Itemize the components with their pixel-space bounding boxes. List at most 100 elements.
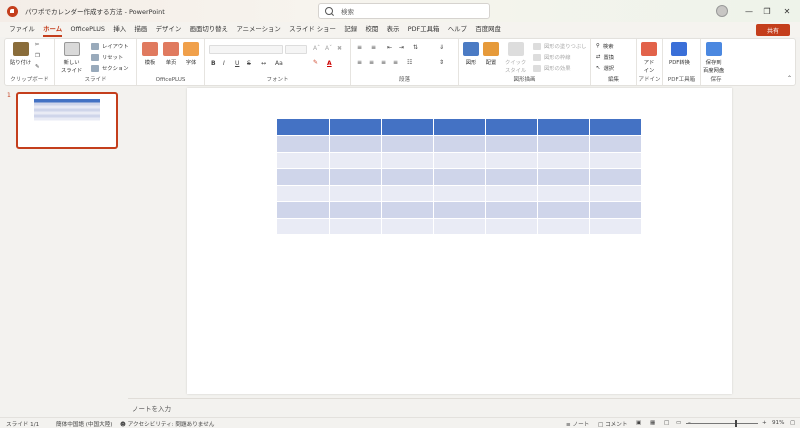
- tab-home[interactable]: ホーム: [39, 22, 66, 37]
- paste-button[interactable]: 貼り付け: [10, 42, 31, 66]
- table-cell[interactable]: [589, 152, 642, 169]
- reading-view-icon[interactable]: □: [664, 420, 669, 426]
- copy-icon[interactable]: ❐: [35, 53, 40, 59]
- table-cell[interactable]: [277, 218, 330, 235]
- tab-slideshow[interactable]: スライド ショー: [285, 22, 340, 37]
- table-cell[interactable]: [277, 135, 330, 153]
- justify-icon[interactable]: ≡: [393, 59, 398, 66]
- comments-toggle[interactable]: □ コメント: [598, 420, 627, 428]
- table-cell[interactable]: [381, 218, 434, 235]
- table-cell[interactable]: [381, 168, 434, 186]
- underline-button[interactable]: U: [235, 60, 239, 67]
- numbering-icon[interactable]: ≡: [371, 44, 376, 51]
- table-cell[interactable]: [381, 135, 434, 153]
- account-avatar[interactable]: [716, 5, 728, 17]
- table-cell[interactable]: [381, 152, 434, 169]
- tab-transitions[interactable]: 画面切り替え: [185, 22, 232, 37]
- share-button[interactable]: 共有: [756, 24, 790, 36]
- table-cell[interactable]: [485, 185, 538, 202]
- pdf-convert-button[interactable]: PDF转换: [669, 42, 690, 66]
- table-cell[interactable]: [537, 152, 590, 169]
- table-cell[interactable]: [277, 185, 330, 202]
- increase-font-icon[interactable]: Aˆ: [313, 45, 320, 52]
- table-cell[interactable]: [589, 135, 642, 153]
- table-cell[interactable]: [277, 201, 330, 219]
- slide-thumbnail[interactable]: [16, 92, 118, 149]
- tab-draw[interactable]: 描画: [130, 22, 151, 37]
- table-cell[interactable]: [589, 119, 642, 136]
- slide-sorter-icon[interactable]: ▦: [650, 420, 655, 426]
- accessibility-status[interactable]: ☻ アクセシビリティ: 問題ありません: [120, 420, 214, 428]
- table-cell[interactable]: [485, 135, 538, 153]
- tab-officeplus[interactable]: OfficePLUS: [66, 22, 109, 37]
- zoom-in-icon[interactable]: +: [762, 420, 767, 426]
- table-cell[interactable]: [589, 168, 642, 186]
- fit-slide-icon[interactable]: ▢: [790, 420, 795, 426]
- table-cell[interactable]: [277, 168, 330, 186]
- addins-button[interactable]: アド イン: [641, 42, 657, 74]
- font-size-select[interactable]: [285, 45, 307, 54]
- single-page-button[interactable]: 单页: [163, 42, 179, 66]
- normal-view-icon[interactable]: ▣: [636, 420, 641, 426]
- restore-icon[interactable]: ❐: [760, 4, 774, 18]
- tab-animations[interactable]: アニメーション: [232, 22, 285, 37]
- find-button[interactable]: ⚲ 検索: [596, 42, 614, 50]
- align-center-icon[interactable]: ≡: [369, 59, 374, 66]
- shape-effects-button[interactable]: 図形の効果: [533, 64, 571, 72]
- zoom-slider[interactable]: [686, 423, 758, 424]
- tab-design[interactable]: デザイン: [151, 22, 185, 37]
- shape-outline-button[interactable]: 図形の枠線: [533, 53, 571, 61]
- layout-button[interactable]: レイアウト: [91, 42, 129, 50]
- table-cell[interactable]: [329, 218, 382, 235]
- table-cell[interactable]: [433, 135, 486, 153]
- notes-pane[interactable]: ノートを入力: [128, 398, 800, 416]
- table-cell[interactable]: [433, 168, 486, 186]
- table-cell[interactable]: [329, 152, 382, 169]
- columns-icon[interactable]: ☷: [407, 59, 412, 66]
- tab-baidu-netdisk[interactable]: 百度网盘: [471, 22, 505, 37]
- slideshow-icon[interactable]: ▭: [676, 420, 681, 426]
- table-cell[interactable]: [485, 168, 538, 186]
- table-cell[interactable]: [485, 218, 538, 235]
- table-cell[interactable]: [537, 185, 590, 202]
- tab-record[interactable]: 記録: [340, 22, 361, 37]
- save-baidu-button[interactable]: 保存到 百度网盘: [703, 42, 724, 74]
- cut-icon[interactable]: ✂: [35, 42, 39, 48]
- table-cell[interactable]: [485, 119, 538, 136]
- slide-canvas[interactable]: [187, 88, 732, 394]
- clear-format-icon[interactable]: ✖: [337, 45, 342, 52]
- notes-toggle[interactable]: ≡ ノート: [566, 420, 589, 428]
- zoom-level[interactable]: 91%: [772, 420, 784, 426]
- zoom-slider-handle[interactable]: [735, 420, 737, 427]
- bullets-icon[interactable]: ≡: [357, 44, 362, 51]
- select-button[interactable]: ↖ 選択: [596, 64, 614, 72]
- table-cell[interactable]: [589, 201, 642, 219]
- tab-file[interactable]: ファイル: [5, 22, 39, 37]
- table-cell[interactable]: [433, 185, 486, 202]
- replace-button[interactable]: ⇄ 置換: [596, 53, 614, 61]
- table-cell[interactable]: [329, 168, 382, 186]
- table-cell[interactable]: [381, 201, 434, 219]
- language-status[interactable]: 簡体中国語 (中国大陸): [56, 420, 113, 428]
- char-spacing-icon[interactable]: ↔: [261, 60, 266, 67]
- tab-review[interactable]: 校閲: [361, 22, 382, 37]
- tab-view[interactable]: 表示: [382, 22, 403, 37]
- align-text-icon[interactable]: ⇕: [439, 59, 444, 66]
- table-cell[interactable]: [433, 218, 486, 235]
- align-left-icon[interactable]: ≡: [357, 59, 362, 66]
- table-cell[interactable]: [433, 119, 486, 136]
- calendar-table[interactable]: [277, 119, 642, 235]
- table-cell[interactable]: [381, 119, 434, 136]
- template-button[interactable]: 模板: [142, 42, 158, 66]
- shape-fill-button[interactable]: 図形の塗りつぶし: [533, 42, 586, 50]
- table-cell[interactable]: [537, 119, 590, 136]
- table-cell[interactable]: [537, 168, 590, 186]
- search-input[interactable]: 検索: [318, 3, 490, 19]
- font-color-icon[interactable]: A: [327, 60, 332, 67]
- table-cell[interactable]: [485, 201, 538, 219]
- table-cell[interactable]: [589, 218, 642, 235]
- tab-pdf-tools[interactable]: PDF工具箱: [404, 22, 444, 37]
- close-icon[interactable]: ✕: [780, 4, 794, 18]
- font-plus-button[interactable]: 字体: [183, 42, 199, 66]
- collapse-ribbon-icon[interactable]: ⌃: [787, 75, 792, 82]
